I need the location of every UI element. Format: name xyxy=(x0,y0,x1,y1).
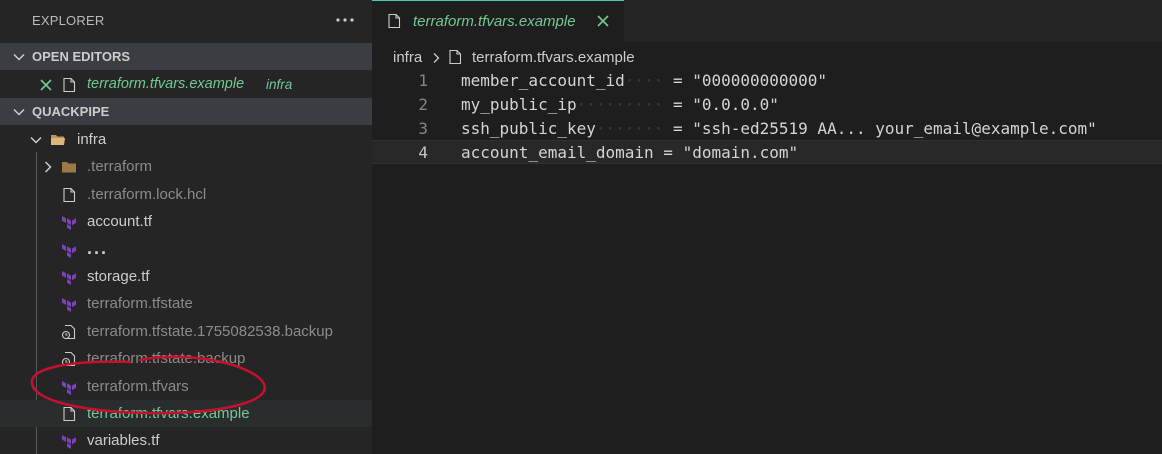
tree-item-label: terraform.tfvars xyxy=(87,378,189,395)
tree-item-variables-tf[interactable]: variables.tf xyxy=(0,427,372,454)
more-actions-icon[interactable] xyxy=(334,10,356,30)
open-editors-header[interactable]: OPEN EDITORS xyxy=(0,43,372,70)
breadcrumb-folder[interactable]: infra xyxy=(393,49,422,66)
line-content: member_account_id···· = "000000000000" xyxy=(461,71,827,90)
open-editor-item[interactable]: terraform.tfvars.example infra xyxy=(0,71,372,98)
code-line[interactable]: 2 my_public_ip········· = "0.0.0.0" xyxy=(372,92,1162,116)
backup-file-icon xyxy=(61,351,76,367)
line-content: account_email_domain = "domain.com" xyxy=(461,143,798,162)
file-icon xyxy=(63,187,76,203)
tree-item-account-tf[interactable]: account.tf xyxy=(0,208,372,235)
tree-item-tfstate[interactable]: terraform.tfstate xyxy=(0,290,372,317)
code-editor[interactable]: 1 member_account_id···· = "000000000000"… xyxy=(372,68,1162,164)
tree-item-label: .terraform xyxy=(87,158,153,175)
file-icon xyxy=(388,13,401,29)
tab-bar: terraform.tfvars.example xyxy=(372,0,1162,42)
line-value: = "0.0.0.0" xyxy=(672,95,779,114)
code-line[interactable]: 1 member_account_id···· = "000000000000" xyxy=(372,68,1162,92)
line-value: = "ssh-ed25519 AA... your_email@example.… xyxy=(672,119,1097,138)
explorer-title: EXPLORER xyxy=(32,13,105,28)
tree-item-storage-tf[interactable]: storage.tf xyxy=(0,263,372,290)
folder-open-icon xyxy=(51,135,65,145)
tree-item-tfvars[interactable]: terraform.tfvars xyxy=(0,373,372,400)
tree-item-terraform-folder[interactable]: .terraform xyxy=(0,153,372,180)
line-number: 1 xyxy=(418,71,428,90)
workspace-label: QUACKPIPE xyxy=(32,104,110,119)
close-icon[interactable] xyxy=(38,77,54,93)
line-key: ssh_public_key xyxy=(461,119,596,138)
tree-item-label: variables.tf xyxy=(87,432,160,449)
tree-item-label: .terraform.lock.hcl xyxy=(87,186,207,203)
line-number: 3 xyxy=(418,119,428,138)
breadcrumb: infra terraform.tfvars.example xyxy=(372,44,1162,70)
file-icon xyxy=(449,49,462,65)
close-icon[interactable] xyxy=(596,14,610,28)
whitespace-marker: ········· xyxy=(576,95,664,114)
chevron-down-icon xyxy=(13,53,25,61)
open-editor-folder: infra xyxy=(266,77,293,92)
tree-item-label: account.tf xyxy=(87,213,153,230)
code-line[interactable]: 3 ssh_public_key······· = "ssh-ed25519 A… xyxy=(372,116,1162,140)
workspace-header[interactable]: QUACKPIPE xyxy=(0,98,372,125)
explorer-sidebar: EXPLORER OPEN EDITORS terraform.tfvars.e… xyxy=(0,0,372,454)
explorer-header: EXPLORER xyxy=(0,0,372,42)
terraform-icon xyxy=(62,244,76,258)
tree-item-label: ... xyxy=(87,238,109,258)
backup-file-icon xyxy=(61,324,76,340)
terraform-icon xyxy=(62,435,76,449)
open-editors-label: OPEN EDITORS xyxy=(32,49,131,64)
line-value: = "000000000000" xyxy=(672,71,828,90)
line-key: member_account_id xyxy=(461,71,625,90)
terraform-icon xyxy=(62,298,76,312)
tree-item-lock-hcl[interactable]: .terraform.lock.hcl xyxy=(0,181,372,208)
file-icon xyxy=(63,406,76,422)
line-number: 2 xyxy=(418,95,428,114)
tree-item-label: terraform.tfstate.1755082538.backup xyxy=(87,323,333,340)
line-value: = "domain.com" xyxy=(663,143,799,162)
line-content: ssh_public_key······· = "ssh-ed25519 AA.… xyxy=(461,119,1097,138)
tree-item-tfvars-example[interactable]: terraform.tfvars.example xyxy=(0,400,372,427)
tree-item-label: terraform.tfstate xyxy=(87,295,193,312)
tree-item-label: storage.tf xyxy=(87,268,150,285)
terraform-icon xyxy=(62,216,76,230)
folder-icon xyxy=(62,162,76,173)
editor-area: terraform.tfvars.example infra terraform… xyxy=(372,0,1162,454)
line-number: 4 xyxy=(418,143,428,162)
tab-label: terraform.tfvars.example xyxy=(413,13,576,30)
tab-tfvars-example[interactable]: terraform.tfvars.example xyxy=(372,0,624,42)
file-icon xyxy=(63,77,76,93)
tree-item-ellipsis[interactable]: ... xyxy=(0,236,372,263)
tree-item-tfstate-backup-ts[interactable]: terraform.tfstate.1755082538.backup xyxy=(0,318,372,345)
tree-item-tfstate-backup[interactable]: terraform.tfstate.backup xyxy=(0,345,372,372)
tree-item-label: terraform.tfvars.example xyxy=(87,405,250,422)
line-content: my_public_ip········· = "0.0.0.0" xyxy=(461,95,779,114)
breadcrumb-file[interactable]: terraform.tfvars.example xyxy=(472,49,635,66)
line-key: my_public_ip xyxy=(461,95,577,114)
chevron-down-icon xyxy=(30,136,42,144)
line-key: account_email_domain xyxy=(461,143,654,162)
code-line-current[interactable]: 4 account_email_domain = "domain.com" xyxy=(372,140,1162,164)
chevron-down-icon xyxy=(13,108,25,116)
tree-item-label: terraform.tfstate.backup xyxy=(87,350,246,367)
open-editor-name: terraform.tfvars.example xyxy=(87,76,245,92)
chevron-right-icon xyxy=(433,53,440,63)
whitespace-marker: ······· xyxy=(595,119,664,138)
whitespace-marker xyxy=(654,143,664,162)
terraform-icon xyxy=(62,381,76,395)
whitespace-marker: ···· xyxy=(624,71,664,90)
folder-infra-label: infra xyxy=(77,131,107,148)
chevron-right-icon xyxy=(44,161,52,173)
folder-infra[interactable]: infra xyxy=(0,126,372,153)
terraform-icon xyxy=(62,271,76,285)
